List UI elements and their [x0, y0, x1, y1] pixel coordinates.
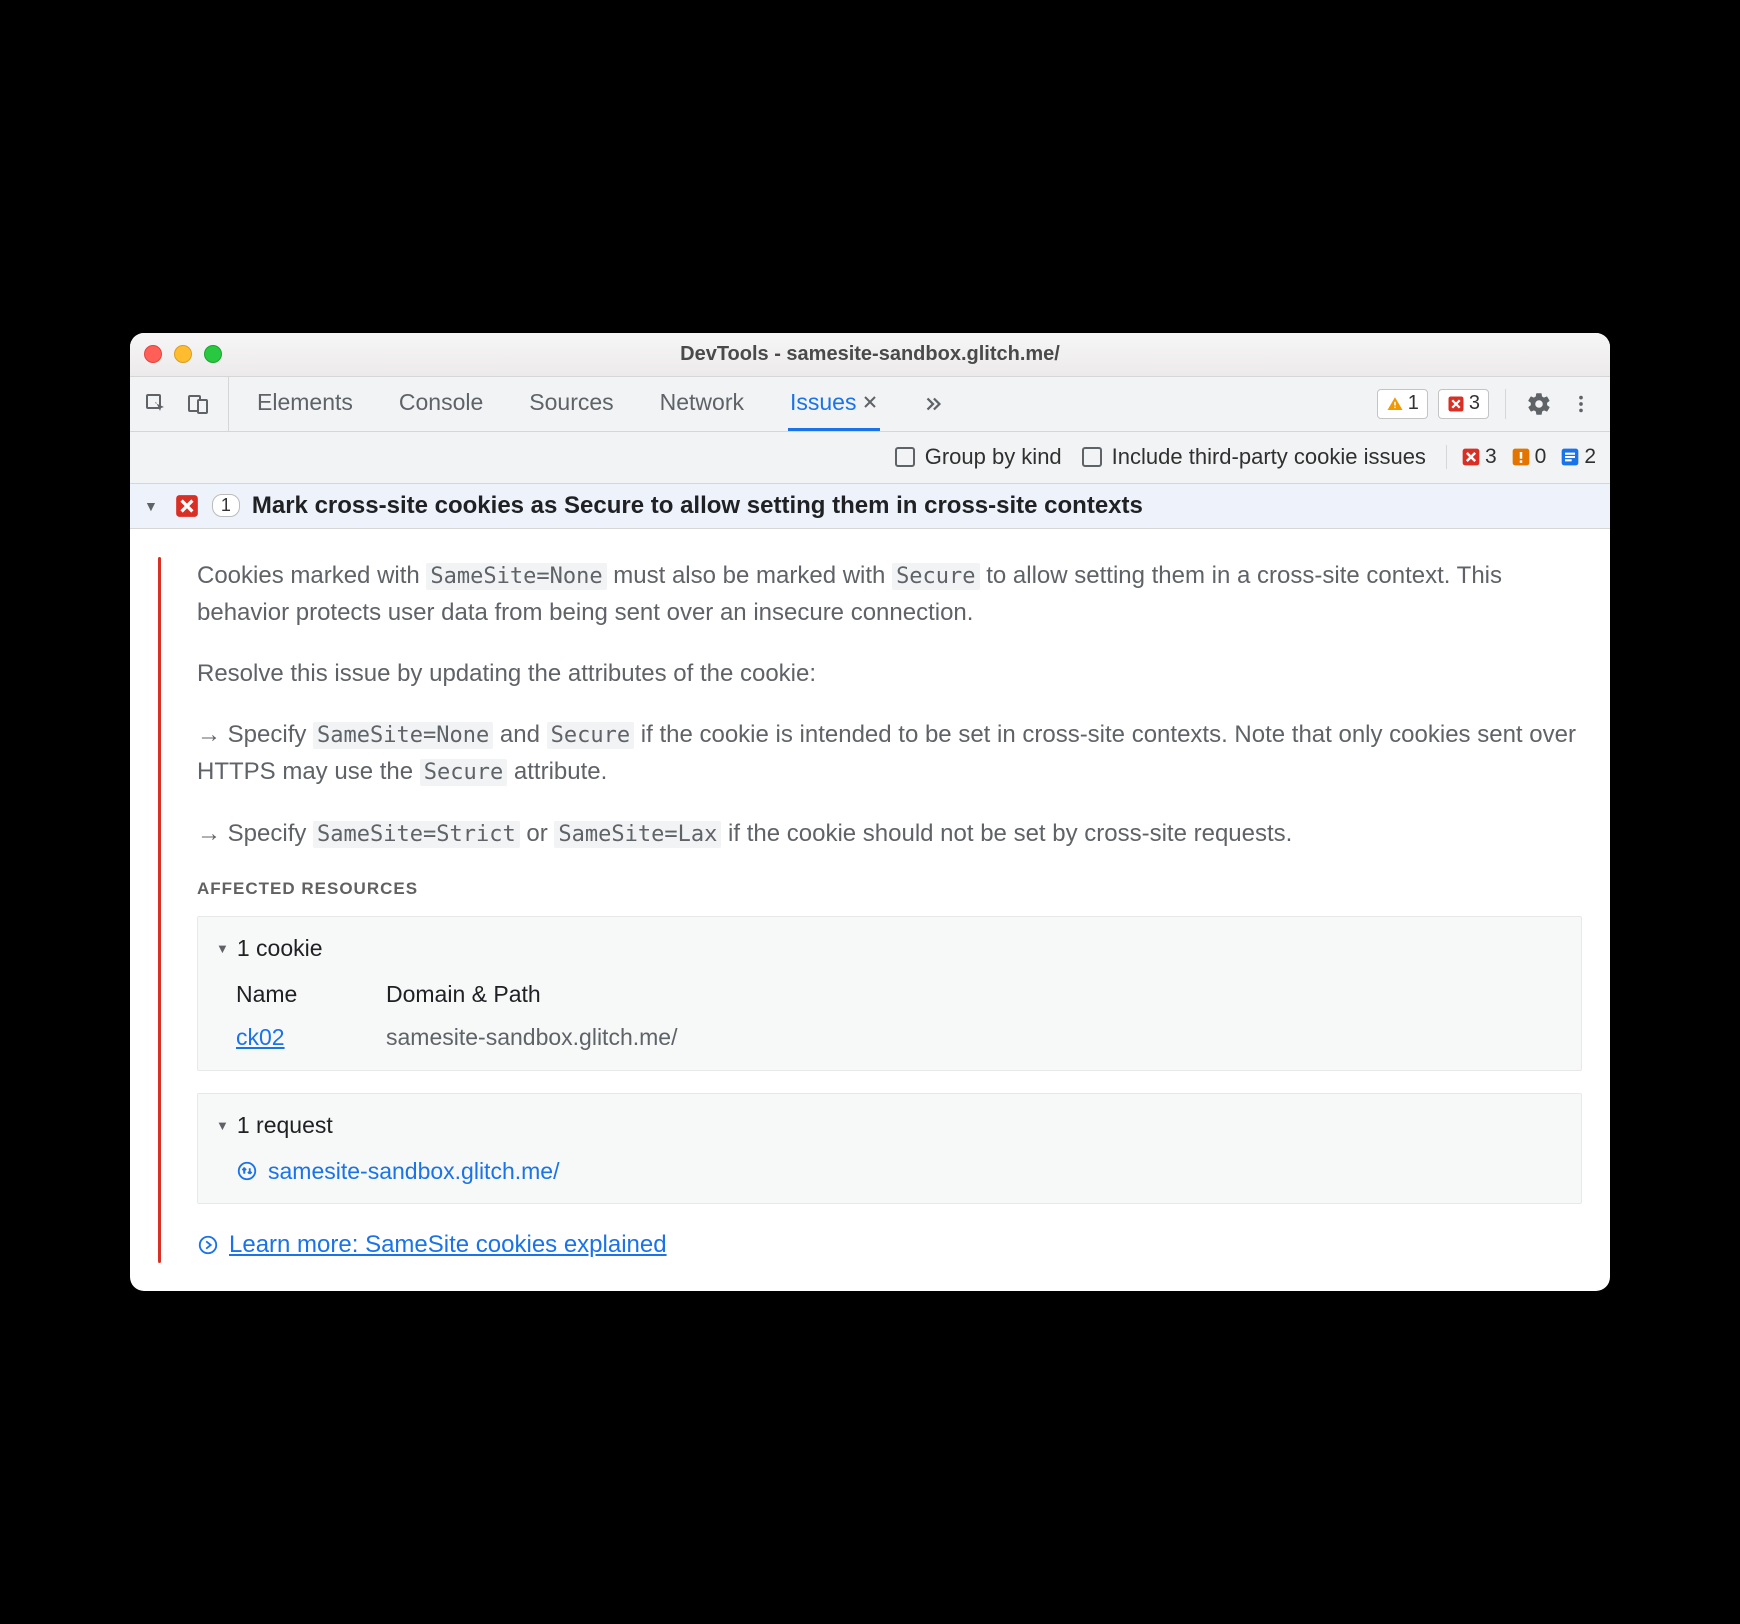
col-name: Name — [236, 977, 356, 1013]
expand-issue-icon[interactable]: ▼ — [144, 498, 158, 514]
device-toggle-icon[interactable] — [186, 392, 210, 416]
panel-tabs: Elements Console Sources Network Issues — [255, 377, 1359, 431]
include-third-party-label: Include third-party cookie issues — [1112, 444, 1426, 470]
issue-title: Mark cross-site cookies as Secure to all… — [252, 492, 1143, 520]
more-tabs-icon[interactable] — [922, 377, 944, 431]
tab-sources[interactable]: Sources — [527, 377, 615, 431]
request-icon — [236, 1160, 258, 1182]
issue-kind-counters: 3 0 2 — [1446, 445, 1596, 469]
warning-counter[interactable]: 0 — [1511, 445, 1547, 469]
tab-issues[interactable]: Issues — [788, 377, 880, 431]
issues-filter-bar: Group by kind Include third-party cookie… — [130, 432, 1610, 484]
group-by-kind-checkbox[interactable]: Group by kind — [895, 444, 1062, 470]
error-counter[interactable]: 3 — [1461, 445, 1497, 469]
issue-bullet-1: Specify SameSite=None and Secure if the … — [197, 716, 1582, 790]
learn-more-row: Learn more: SameSite cookies explained — [197, 1226, 1582, 1263]
titlebar: DevTools - samesite-sandbox.glitch.me/ — [130, 333, 1610, 377]
tab-console[interactable]: Console — [397, 377, 485, 431]
window-title: DevTools - samesite-sandbox.glitch.me/ — [130, 343, 1610, 366]
cookie-name-link[interactable]: ck02 — [236, 1020, 356, 1056]
issue-resolve-intro: Resolve this issue by updating the attri… — [197, 655, 1582, 692]
learn-more-link[interactable]: Learn more: SameSite cookies explained — [229, 1226, 667, 1263]
issue-header[interactable]: ▼ 1 Mark cross-site cookies as Secure to… — [130, 484, 1610, 529]
tab-issues-label: Issues — [790, 389, 856, 416]
tab-elements[interactable]: Elements — [255, 377, 355, 431]
divider — [1505, 389, 1506, 419]
affected-cookies-card: ▼ 1 cookie Name Domain & Path ck02 sames… — [197, 916, 1582, 1071]
affected-cookies-header[interactable]: ▼ 1 cookie — [216, 931, 1563, 967]
warnings-count: 1 — [1408, 392, 1419, 415]
inspect-icon[interactable] — [144, 392, 168, 416]
cookies-table: Name Domain & Path ck02 samesite-sandbox… — [236, 977, 1563, 1056]
affected-requests-header[interactable]: ▼ 1 request — [216, 1108, 1563, 1144]
settings-icon[interactable] — [1522, 387, 1556, 421]
error-badge-icon — [174, 493, 200, 519]
errors-badge[interactable]: 3 — [1438, 389, 1489, 419]
include-third-party-checkbox[interactable]: Include third-party cookie issues — [1082, 444, 1426, 470]
code-samesite-none: SameSite=None — [426, 563, 606, 590]
affected-cookies-count: 1 cookie — [237, 931, 323, 967]
errors-count: 3 — [1469, 392, 1480, 415]
tab-network[interactable]: Network — [658, 377, 746, 431]
group-by-kind-label: Group by kind — [925, 444, 1062, 470]
devtools-window: DevTools - samesite-sandbox.glitch.me/ E… — [130, 333, 1610, 1292]
issue-body: Cookies marked with SameSite=None must a… — [130, 529, 1610, 1292]
code-secure: Secure — [892, 563, 979, 590]
expand-cookies-icon[interactable]: ▼ — [216, 939, 229, 959]
close-tab-icon[interactable] — [862, 394, 878, 410]
learn-more-icon — [197, 1234, 219, 1256]
warnings-badge[interactable]: 1 — [1377, 389, 1428, 419]
request-link[interactable]: samesite-sandbox.glitch.me/ — [268, 1154, 559, 1190]
issue-count-badge: 1 — [212, 494, 240, 517]
issue-description: Cookies marked with SameSite=None must a… — [197, 557, 1582, 631]
close-window-button[interactable] — [144, 345, 162, 363]
severity-bar — [158, 557, 161, 1264]
cookie-domain: samesite-sandbox.glitch.me/ — [386, 1020, 1563, 1056]
affected-resources-label: Affected Resources — [197, 876, 1582, 902]
traffic-lights — [144, 345, 222, 363]
col-domain: Domain & Path — [386, 977, 1563, 1013]
affected-requests-count: 1 request — [237, 1108, 333, 1144]
affected-requests-card: ▼ 1 request samesite-sandbox.glitch.me/ — [197, 1093, 1582, 1204]
kebab-menu-icon[interactable] — [1566, 389, 1596, 419]
maximize-window-button[interactable] — [204, 345, 222, 363]
main-toolbar: Elements Console Sources Network Issues … — [130, 377, 1610, 432]
info-counter[interactable]: 2 — [1560, 445, 1596, 469]
expand-requests-icon[interactable]: ▼ — [216, 1116, 229, 1136]
minimize-window-button[interactable] — [174, 345, 192, 363]
issue-bullet-2: Specify SameSite=Strict or SameSite=Lax … — [197, 815, 1582, 852]
